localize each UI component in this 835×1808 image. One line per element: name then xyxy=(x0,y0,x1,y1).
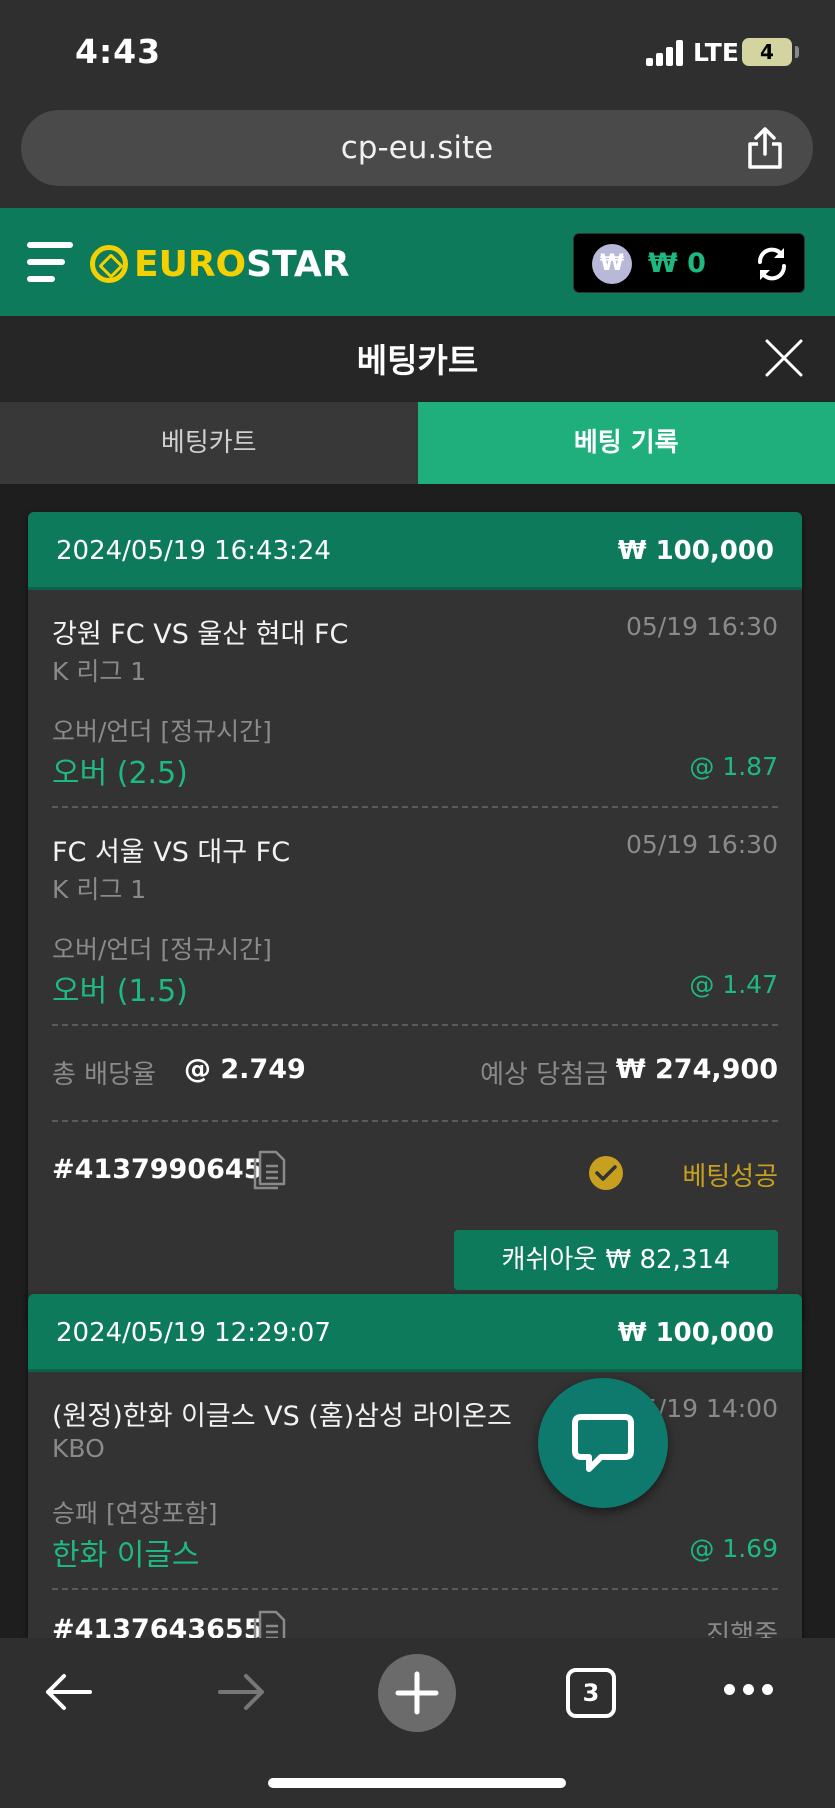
browser-toolbar: 3 xyxy=(0,1638,835,1808)
bet-card-header: 2024/05/19 12:29:07 ₩ 100,000 xyxy=(28,1294,802,1372)
bet-summary: 총 배당율 @ 2.749 예상 당첨금 ₩ 274,900 xyxy=(52,1026,778,1122)
selection-pick: 오버 (2.5) xyxy=(52,756,188,791)
bet-selection: FC 서울 VS 대구 FC 05/19 16:30 K 리그 1 오버/언더 … xyxy=(52,808,778,1026)
app-header: EURO STAR ₩ ₩ 0 xyxy=(0,208,835,316)
bet-selection: (원정)한화 이글스 VS (홈)삼성 라이온즈 05/19 14:00 KBO… xyxy=(52,1372,778,1590)
logo[interactable]: EURO STAR xyxy=(90,242,349,286)
selection-match: (원정)한화 이글스 VS (홈)삼성 라이온즈 xyxy=(52,1401,512,1432)
cashout-button[interactable]: 캐쉬아웃 ₩ 82,314 xyxy=(454,1230,778,1290)
browser-address-area: cp-eu.site xyxy=(0,100,835,208)
share-icon[interactable] xyxy=(745,126,785,170)
bet-datetime: 2024/05/19 12:29:07 xyxy=(56,1318,331,1348)
refresh-icon[interactable] xyxy=(754,246,790,282)
won-coin-icon: ₩ xyxy=(592,244,632,284)
bet-stake: ₩ 100,000 xyxy=(617,1318,774,1348)
selection-odds: @ 1.47 xyxy=(689,970,778,999)
forward-arrow-icon[interactable] xyxy=(216,1670,268,1714)
cellular-signal-icon xyxy=(646,40,686,66)
selection-odds: @ 1.87 xyxy=(689,752,778,781)
menu-icon[interactable] xyxy=(27,240,75,284)
total-odds-value: @ 2.749 xyxy=(184,1054,306,1085)
success-check-icon xyxy=(589,1156,623,1190)
new-tab-button[interactable] xyxy=(378,1654,456,1732)
selection-pick: 한화 이글스 xyxy=(52,1538,200,1573)
total-odds-label: 총 배당율 xyxy=(52,1060,156,1090)
selection-market: 오버/언더 [정규시간] xyxy=(52,717,272,746)
logo-text-euro: EURO xyxy=(134,243,247,285)
logo-text-star: STAR xyxy=(246,243,350,285)
live-chat-button[interactable] xyxy=(538,1378,668,1508)
expected-payout-label: 예상 당첨금 xyxy=(480,1060,608,1090)
back-arrow-icon[interactable] xyxy=(42,1670,94,1714)
home-indicator xyxy=(268,1778,566,1788)
url-text: cp-eu.site xyxy=(340,130,494,166)
tab-betting-history[interactable]: 베팅 기록 xyxy=(417,402,835,484)
battery-tip xyxy=(795,46,799,58)
cart-tabs: 베팅카트 베팅 기록 xyxy=(0,402,835,484)
bet-footer: #4137643655 진행중 xyxy=(52,1590,778,1638)
more-icon[interactable] xyxy=(724,1684,774,1696)
bet-selection: 강원 FC VS 울산 현대 FC 05/19 16:30 K 리그 1 오버/… xyxy=(52,590,778,808)
balance-amount: ₩ 0 xyxy=(648,248,706,279)
bet-datetime: 2024/05/19 16:43:24 xyxy=(56,536,331,566)
tab-count-button[interactable]: 3 xyxy=(566,1668,616,1718)
plus-icon xyxy=(395,1671,439,1715)
logo-mark-icon xyxy=(90,245,128,283)
selection-market: 승패 [연장포함] xyxy=(52,1499,218,1528)
selection-league: K 리그 1 xyxy=(52,875,147,904)
cart-title: 베팅카트 xyxy=(356,341,479,380)
bet-history-list[interactable]: 2024/05/19 16:43:24 ₩ 100,000 강원 FC VS 울… xyxy=(0,484,835,1638)
network-type: LTE xyxy=(693,38,739,67)
bet-card: 2024/05/19 16:43:24 ₩ 100,000 강원 FC VS 울… xyxy=(28,512,802,1322)
balance-box: ₩ ₩ 0 xyxy=(573,233,805,293)
close-icon[interactable] xyxy=(764,338,804,378)
bet-status: 진행중 xyxy=(706,1620,778,1638)
ticket-id: #4137990645 xyxy=(52,1154,263,1185)
selection-match: FC 서울 VS 대구 FC xyxy=(52,837,291,868)
copy-icon[interactable] xyxy=(252,1608,286,1638)
selection-league: KBO xyxy=(52,1434,105,1463)
copy-icon[interactable] xyxy=(252,1148,286,1190)
bet-status: 베팅성공 xyxy=(682,1162,778,1192)
tab-betting-cart[interactable]: 베팅카트 xyxy=(0,402,418,484)
selection-odds: @ 1.69 xyxy=(689,1534,778,1563)
selection-match: 강원 FC VS 울산 현대 FC xyxy=(52,619,349,650)
status-bar: 4:43 LTE 4 xyxy=(0,0,835,100)
selection-market: 오버/언더 [정규시간] xyxy=(52,935,272,964)
selection-time: 05/19 16:30 xyxy=(625,612,778,641)
bet-card: 2024/05/19 12:29:07 ₩ 100,000 (원정)한화 이글스… xyxy=(28,1294,802,1638)
expected-payout-value: ₩ 274,900 xyxy=(615,1054,778,1085)
address-bar[interactable]: cp-eu.site xyxy=(21,110,813,186)
bet-card-header: 2024/05/19 16:43:24 ₩ 100,000 xyxy=(28,512,802,590)
battery-icon: 4 xyxy=(742,38,792,66)
cart-title-bar: 베팅카트 xyxy=(0,320,835,402)
selection-time: 05/19 16:30 xyxy=(625,830,778,859)
ticket-id: #4137643655 xyxy=(52,1614,263,1638)
bet-stake: ₩ 100,000 xyxy=(617,536,774,566)
chat-bubble-icon xyxy=(572,1414,634,1472)
bet-footer: #4137990645 베팅성공 캐쉬아웃 ₩ 82,314 xyxy=(52,1122,778,1322)
selection-pick: 오버 (1.5) xyxy=(52,974,188,1009)
status-time: 4:43 xyxy=(75,32,162,71)
selection-league: K 리그 1 xyxy=(52,657,147,686)
